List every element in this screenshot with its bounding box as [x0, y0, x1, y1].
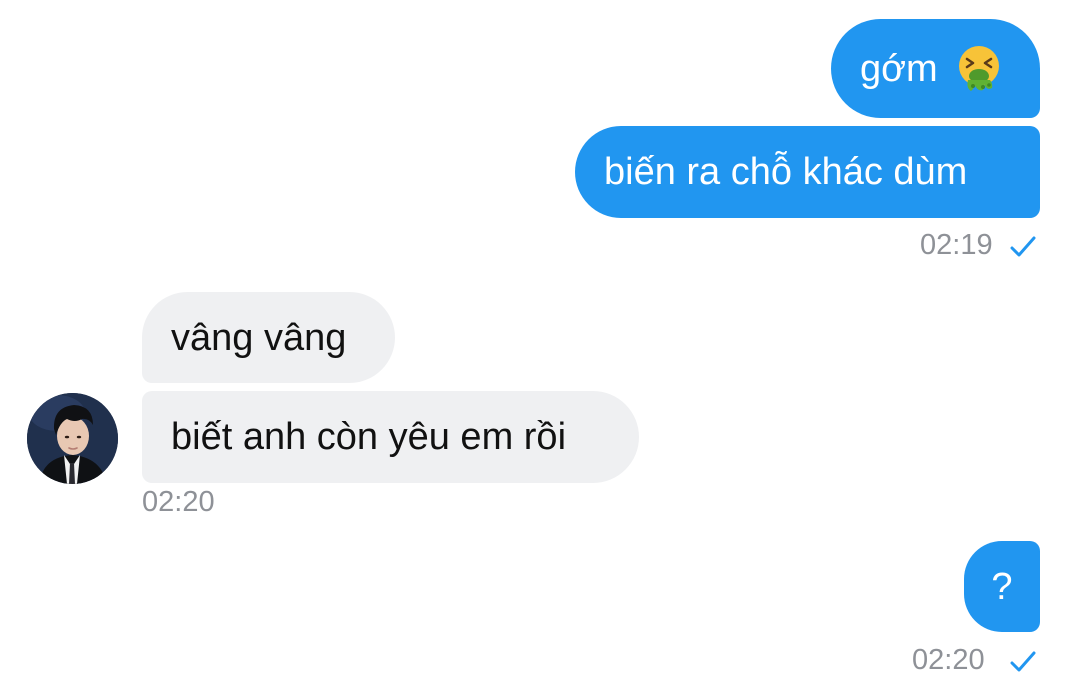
- message-text: ?: [991, 565, 1013, 608]
- message-text: biết anh còn yêu em rồi: [171, 416, 567, 458]
- message-timestamp: 02:20: [142, 486, 215, 518]
- vomiting-face-icon: [958, 45, 999, 91]
- message-timestamp: 02:20: [912, 644, 985, 676]
- message-bubble-received[interactable]: vâng vâng: [142, 292, 395, 383]
- message-text: biến ra chỗ khác dùm: [604, 151, 968, 193]
- avatar[interactable]: [27, 393, 118, 484]
- check-icon: [1010, 236, 1036, 257]
- avatar-photo: [27, 393, 118, 484]
- check-icon: [1010, 651, 1036, 672]
- message-text: gớm: [860, 47, 938, 90]
- message-timestamp: 02:19: [920, 229, 993, 261]
- message-text: vâng vâng: [171, 316, 347, 359]
- message-bubble-received[interactable]: biết anh còn yêu em rồi: [142, 391, 639, 483]
- message-bubble-sent[interactable]: ?: [964, 541, 1040, 632]
- message-bubble-sent[interactable]: biến ra chỗ khác dùm: [575, 126, 1040, 218]
- message-bubble-sent[interactable]: gớm: [831, 19, 1040, 118]
